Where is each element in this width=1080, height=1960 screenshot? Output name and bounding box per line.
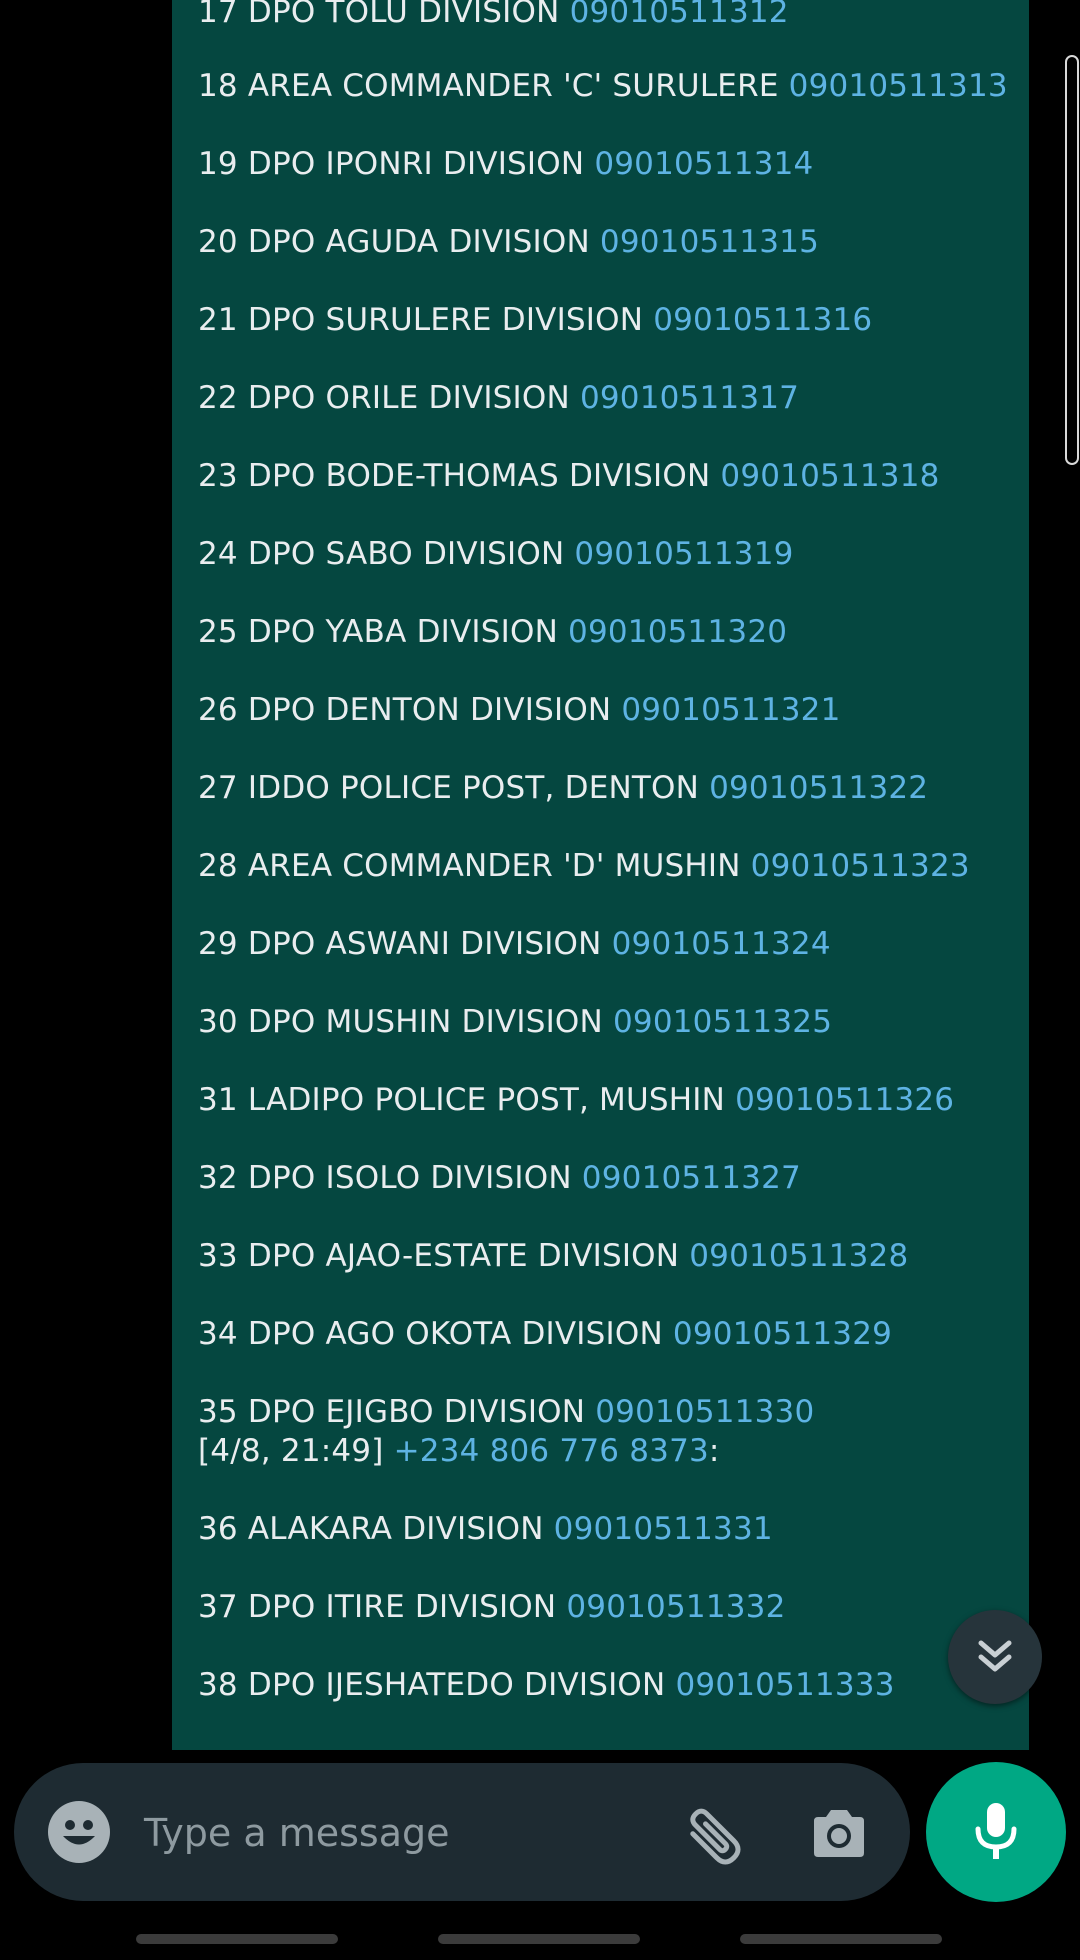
camera-icon[interactable] [806,1801,872,1867]
double-chevron-down-icon [978,1640,1012,1672]
phone-link[interactable]: 09010511314 [594,146,813,182]
phone-link[interactable]: 09010511312 [570,0,789,30]
scrollbar[interactable] [1065,55,1079,465]
list-item: 38 DPO IJESHATEDO DIVISION 09010511333 [198,1667,895,1703]
nav-back-button[interactable] [740,1934,942,1944]
list-item: 27 IDDO POLICE POST, DENTON 09010511322 [198,770,929,806]
phone-link[interactable]: 09010511322 [709,770,928,806]
list-item: 17 DPO TOLU DIVISION 09010511312 [198,0,789,37]
list-item: 26 DPO DENTON DIVISION 09010511321 [198,692,841,728]
list-item: 28 AREA COMMANDER 'D' MUSHIN 09010511323 [198,848,970,884]
phone-link[interactable]: 09010511328 [689,1238,908,1274]
phone-link[interactable]: 09010511318 [720,458,939,494]
list-item: 23 DPO BODE-THOMAS DIVISION 09010511318 [198,458,940,494]
microphone-icon [975,1803,1017,1859]
message-composer: Type a message [14,1763,910,1901]
list-item: 30 DPO MUSHIN DIVISION 09010511325 [198,1004,833,1040]
phone-link[interactable]: 09010511316 [653,302,872,338]
list-item: 18 AREA COMMANDER 'C' SURULERE 090105113… [198,68,1008,104]
nav-recents-button[interactable] [136,1934,338,1944]
emoji-face-glyph [63,1820,95,1845]
phone-link[interactable]: 09010511331 [554,1511,773,1547]
list-item: 29 DPO ASWANI DIVISION 09010511324 [198,926,831,962]
phone-link[interactable]: 09010511313 [789,68,1008,104]
phone-link[interactable]: 09010511319 [574,536,793,572]
phone-link[interactable]: 09010511320 [568,614,787,650]
list-item: 32 DPO ISOLO DIVISION 09010511327 [198,1160,801,1196]
list-item: 21 DPO SURULERE DIVISION 09010511316 [198,302,873,338]
phone-link[interactable]: 09010511321 [621,692,840,728]
phone-link[interactable]: 09010511324 [612,926,831,962]
phone-link[interactable]: 09010511317 [580,380,799,416]
nav-home-button[interactable] [438,1934,640,1944]
list-item: 20 DPO AGUDA DIVISION 09010511315 [198,224,820,260]
voice-message-button[interactable] [926,1762,1066,1902]
list-item: 24 DPO SABO DIVISION 09010511319 [198,536,794,572]
phone-link[interactable]: 09010511326 [735,1082,954,1118]
list-item: 33 DPO AJAO-ESTATE DIVISION 09010511328 [198,1238,909,1274]
phone-link[interactable]: +234 806 776 8373 [394,1433,709,1469]
phone-link[interactable]: 09010511332 [566,1589,785,1625]
list-item: 36 ALAKARA DIVISION 09010511331 [198,1511,773,1547]
phone-link[interactable]: 09010511327 [582,1160,801,1196]
scroll-to-bottom-button[interactable] [948,1610,1042,1704]
phone-link[interactable]: 09010511329 [673,1316,892,1352]
list-item: [4/8, 21:49] +234 806 776 8373: [198,1433,720,1469]
phone-link[interactable]: 09010511315 [600,224,819,260]
phone-link[interactable]: 09010511323 [751,848,970,884]
list-item: 25 DPO YABA DIVISION 09010511320 [198,614,788,650]
phone-link[interactable]: 09010511333 [675,1667,894,1703]
list-item: 19 DPO IPONRI DIVISION 09010511314 [198,146,814,182]
paperclip-icon[interactable] [674,1798,754,1878]
phone-link[interactable]: 09010511330 [595,1394,814,1430]
message-bubble[interactable]: 17 DPO TOLU DIVISION 09010511312 18 AREA… [172,0,1029,1750]
list-item: 34 DPO AGO OKOTA DIVISION 09010511329 [198,1316,893,1352]
list-item: 22 DPO ORILE DIVISION 09010511317 [198,380,800,416]
emoji-icon[interactable] [48,1801,110,1863]
list-item: 31 LADIPO POLICE POST, MUSHIN 0901051132… [198,1082,955,1118]
list-item: 37 DPO ITIRE DIVISION 09010511332 [198,1589,786,1625]
system-navigation-bar [0,1922,1080,1960]
phone-link[interactable]: 09010511325 [613,1004,832,1040]
message-input[interactable]: Type a message [144,1803,450,1863]
